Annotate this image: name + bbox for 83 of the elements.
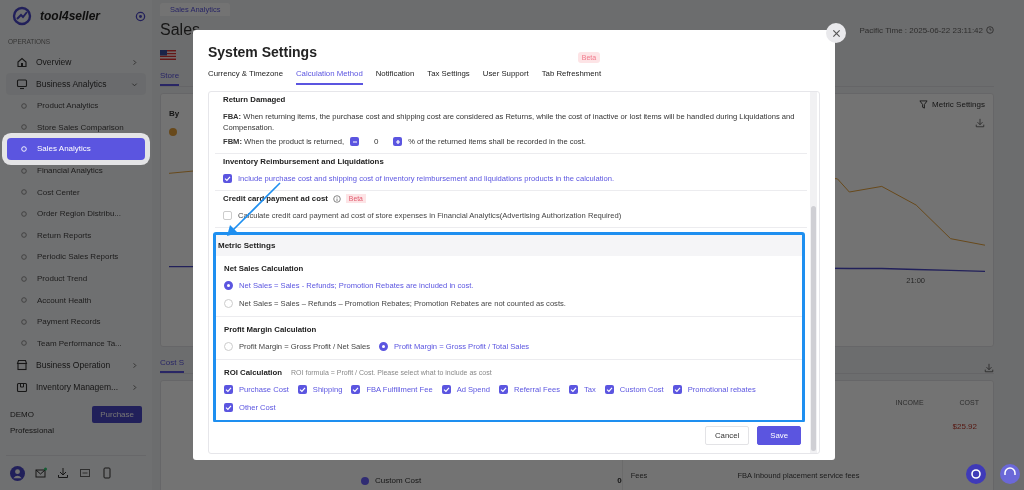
sidebar-item[interactable]: Inventory Managem... <box>6 376 146 399</box>
radio-button[interactable] <box>379 342 389 351</box>
brand-name: tool4seller <box>40 9 102 23</box>
download-icon[interactable] <box>57 467 69 479</box>
number-field[interactable]: 0 <box>365 137 388 146</box>
category-label: Custom Cost <box>375 476 422 485</box>
mail-icon[interactable] <box>35 467 47 479</box>
circle-icon <box>21 124 27 131</box>
sidebar-subitem[interactable]: Financial Analytics <box>7 159 145 182</box>
dialog-title: System Settings <box>208 44 317 60</box>
store-icon <box>16 359 28 372</box>
avatar-icon[interactable] <box>10 465 25 481</box>
sidebar-subitem[interactable]: Cost Center <box>7 181 145 203</box>
close-icon <box>831 28 841 38</box>
increment-button[interactable] <box>393 137 403 146</box>
checkbox[interactable] <box>351 385 361 394</box>
close-button[interactable] <box>826 23 846 43</box>
checkbox[interactable] <box>297 385 307 394</box>
monitor-icon <box>16 78 28 90</box>
account-name-text: DEMO <box>10 410 35 420</box>
checkbox[interactable] <box>569 385 578 394</box>
subscription-level-text: Professional <box>10 426 56 436</box>
circle-icon <box>21 210 27 217</box>
sidebar-subitem[interactable]: Payment Records <box>7 310 145 333</box>
chevron-down-icon <box>131 80 138 88</box>
circle-icon <box>21 102 27 109</box>
checkbox[interactable] <box>604 385 614 394</box>
legend-dot <box>361 476 369 485</box>
checkbox[interactable] <box>223 211 232 220</box>
legend-dot <box>169 128 177 136</box>
circle-icon <box>21 232 27 239</box>
chevron-right-icon <box>131 58 138 66</box>
section-header: Metric Settings <box>216 235 802 256</box>
house-icon <box>16 56 28 68</box>
phone-icon[interactable] <box>101 467 113 479</box>
circle-icon <box>21 253 27 260</box>
by-label: By <box>169 109 180 118</box>
table-cell: $25.92 <box>952 422 977 431</box>
store-tab[interactable]: Store <box>160 71 180 86</box>
count-text: 0 <box>617 476 622 485</box>
sidebar-item[interactable]: Business Analytics <box>6 73 146 95</box>
chat-icon[interactable] <box>966 464 986 484</box>
checkbox[interactable] <box>499 385 508 394</box>
sidebar-subitem[interactable]: Account Health <box>7 289 145 311</box>
sidebar-subitem[interactable]: Store Sales Comparison <box>7 116 145 139</box>
sidebar-subitem[interactable]: Order Region Distribu... <box>7 202 145 225</box>
checkbox[interactable] <box>441 385 451 394</box>
logo-icon <box>12 6 32 26</box>
circle-icon <box>21 297 27 304</box>
circle-icon <box>21 146 27 152</box>
sidebar-subitem[interactable]: Product Trend <box>7 267 145 290</box>
sidebar-subitem[interactable]: Product Analytics <box>7 95 145 117</box>
clock-icon <box>986 26 994 34</box>
chevron-right-icon <box>131 383 138 391</box>
decrement-button[interactable] <box>350 137 360 146</box>
sidebar-item[interactable]: Business Operation <box>6 354 146 377</box>
headset-icon[interactable] <box>1000 464 1020 484</box>
filter-icon <box>919 100 929 109</box>
flag-icon[interactable] <box>160 50 176 60</box>
checkbox[interactable] <box>223 174 232 183</box>
circle-icon <box>21 340 27 347</box>
metric-settings-link[interactable]: Metric Settings <box>932 100 985 109</box>
chevron-right-icon <box>131 361 138 369</box>
plus-icon <box>394 138 401 145</box>
box-icon <box>16 381 28 394</box>
circle-icon <box>21 318 27 325</box>
circle-icon <box>21 167 27 174</box>
checkbox[interactable] <box>224 385 233 394</box>
minus-icon <box>351 138 358 145</box>
radio-button[interactable] <box>224 281 233 290</box>
scrollbar-thumb[interactable] <box>811 205 816 451</box>
circle-icon <box>21 275 27 282</box>
sidebar-subitem[interactable]: Team Performance Ta... <box>7 332 145 355</box>
checkbox[interactable] <box>672 385 682 394</box>
circle-icon <box>21 189 27 196</box>
scrollbar[interactable] <box>810 92 817 453</box>
sidebar-subitem[interactable]: Return Reports <box>7 224 145 247</box>
checkbox[interactable] <box>224 403 233 412</box>
sidebar-subitem[interactable]: Periodic Sales Reports <box>7 246 145 268</box>
screen-icon[interactable] <box>79 467 91 479</box>
sidebar-item[interactable]: Overview <box>6 51 146 73</box>
purchase-button[interactable]: Purchase <box>92 406 142 424</box>
settings-icon[interactable] <box>135 10 146 22</box>
